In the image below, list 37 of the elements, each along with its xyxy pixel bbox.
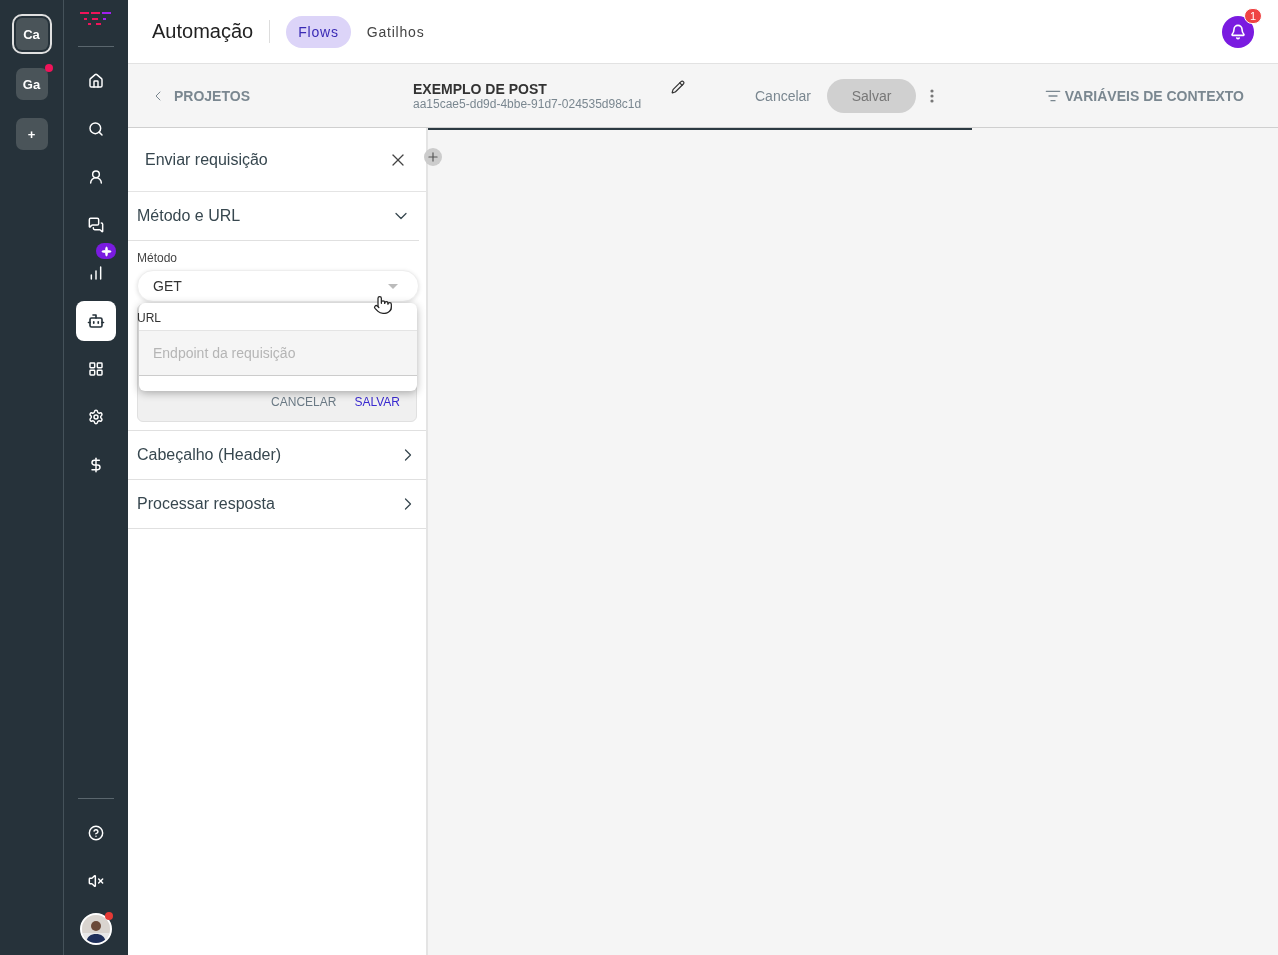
bar-chart-icon [88, 264, 104, 282]
flow-name: EXEMPLO DE POST [413, 80, 548, 97]
user-avatar[interactable] [80, 913, 112, 945]
workspace-button[interactable]: Ca [11, 14, 52, 54]
method-select[interactable]: GET [137, 270, 419, 302]
apps-grid-icon [88, 360, 104, 378]
speaker-mute-icon [88, 872, 104, 890]
robot-icon [87, 312, 105, 330]
person-icon [88, 168, 104, 186]
caret-icon [388, 283, 398, 289]
dollar-icon [88, 456, 104, 474]
url-input[interactable]: Endpoint da requisição [139, 330, 417, 376]
help-icon [88, 824, 104, 842]
workspace-button[interactable]: Ga [15, 68, 48, 100]
chat-icon [88, 216, 104, 234]
add-workspace-button[interactable]: + [15, 118, 48, 150]
panel-title: Enviar requisição [145, 150, 268, 169]
page-title: Automação [152, 20, 271, 43]
tab[interactable]: Flows [286, 15, 351, 48]
save-button[interactable]: SALVAR [354, 395, 400, 409]
tab[interactable]: Gatilhos [354, 15, 437, 48]
flow-id: aa15cae5-dd9d-4bbe-91d7-024535d98c1d [413, 96, 643, 111]
notification-count: 1 [1243, 7, 1262, 24]
logo-icon [80, 12, 112, 26]
plus-icon [426, 150, 440, 164]
bell-icon [1230, 23, 1246, 40]
cancel-button[interactable]: CANCELAR [271, 395, 337, 409]
edit-button[interactable] [669, 78, 687, 96]
search-icon [88, 120, 104, 138]
robot-button[interactable] [76, 301, 116, 341]
field-label: URL [137, 311, 162, 325]
more-icon [930, 88, 935, 103]
home-icon [88, 72, 104, 90]
add-node-button[interactable] [424, 148, 442, 166]
field-label: Método [137, 251, 179, 265]
pencil-icon [671, 80, 685, 94]
settings-icon [88, 408, 104, 426]
